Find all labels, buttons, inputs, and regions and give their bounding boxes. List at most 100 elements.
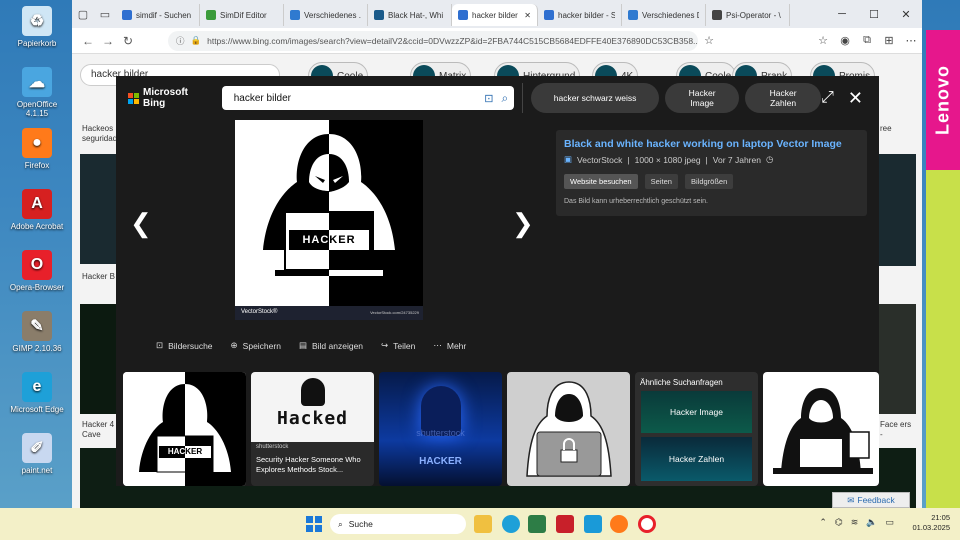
- related-image-1[interactable]: HACKER: [123, 372, 246, 486]
- close-window-icon[interactable]: ✕: [890, 8, 922, 21]
- related-image-6[interactable]: [763, 372, 879, 486]
- related-image-2[interactable]: Hacked shutterstock Security Hacker Some…: [251, 372, 374, 486]
- taskbar: ⌕ Suche ⌃ ⌬ ≋ 🔈 ▭ 21:05 01.03.2025: [0, 508, 960, 540]
- related-image-4[interactable]: [507, 372, 630, 486]
- bing-logo[interactable]: Microsoft Bing: [128, 87, 206, 109]
- image-source[interactable]: VectorStock: [577, 155, 622, 165]
- desktop-shortcut[interactable]: ☁ OpenOffice 4.1.15: [6, 67, 68, 118]
- maximize-icon[interactable]: ☐: [858, 8, 890, 21]
- fullscreen-icon[interactable]: ⤢: [821, 89, 834, 107]
- related-image-3[interactable]: shutterstock HACKER: [379, 372, 502, 486]
- browser-tab[interactable]: Black Hat-, Whi: [368, 4, 452, 26]
- app-icon[interactable]: [584, 515, 602, 533]
- tab-list-icon[interactable]: ▭: [94, 8, 116, 21]
- url-field[interactable]: ⓘ 🔒 https://www.bing.com/images/search?v…: [168, 30, 698, 51]
- hooded-laptop-thumb: [526, 381, 612, 477]
- image-title[interactable]: Black and white hacker working on laptop…: [564, 138, 859, 150]
- action-label: Speichern: [242, 340, 281, 351]
- tab-actions-icon[interactable]: ▢: [72, 8, 94, 21]
- forward-icon[interactable]: →: [98, 34, 118, 48]
- desktop-shortcut[interactable]: e Microsoft Edge: [6, 372, 68, 414]
- related-images-strip: HACKER Hacked shutterstock Security Hack…: [123, 372, 879, 486]
- visual-search-icon[interactable]: ⊡: [484, 92, 493, 105]
- overlay-search-input[interactable]: hacker bilder: [234, 93, 476, 104]
- desktop-shortcut[interactable]: O Opera-Browser: [6, 250, 68, 292]
- file-explorer-icon[interactable]: [474, 515, 492, 533]
- favorites-icon[interactable]: ☆: [812, 34, 834, 47]
- suggestion-chip[interactable]: Hacker Zahlen: [745, 83, 822, 113]
- browser-tab[interactable]: Verschiedenes .: [284, 4, 368, 26]
- browser-tab[interactable]: Verschiedenes D: [622, 4, 706, 26]
- extensions-icon[interactable]: ⧉: [856, 34, 878, 47]
- bg-tile[interactable]: [80, 304, 118, 414]
- desktop-shortcut[interactable]: ♻ Papierkorb: [6, 6, 68, 48]
- bg-tile[interactable]: [878, 304, 916, 414]
- more-action[interactable]: ⋯ Mehr: [433, 340, 466, 351]
- image-meta: ▣ VectorStock | 1000 × 1080 jpeg | Vor 7 J…: [564, 154, 774, 165]
- overlay-search-box[interactable]: hacker bilder ⊡ ⌕: [221, 86, 515, 110]
- battery-icon[interactable]: ▭: [885, 517, 894, 528]
- profile-icon[interactable]: ◉: [834, 34, 856, 47]
- pages-button[interactable]: Seiten: [644, 174, 678, 189]
- share-action[interactable]: ↪ Teilen: [381, 340, 415, 351]
- image-sizes-button[interactable]: Bildgrößen: [684, 174, 734, 189]
- mcafee-icon[interactable]: [556, 515, 574, 533]
- close-tab-icon[interactable]: ✕: [524, 11, 531, 20]
- desktop-shortcut[interactable]: ● Firefox: [6, 128, 68, 170]
- history-icon: ◷: [765, 154, 774, 164]
- chevron-up-icon[interactable]: ⌃: [819, 517, 827, 528]
- related-search-hacker-zahlen[interactable]: Hacker Zahlen: [641, 437, 752, 481]
- minimize-icon[interactable]: ─: [826, 8, 858, 20]
- info-icon[interactable]: ⓘ: [176, 35, 185, 47]
- desktop-shortcut[interactable]: ✎ GIMP 2.10.36: [6, 311, 68, 353]
- windows-start-icon[interactable]: [306, 516, 322, 532]
- collections-icon[interactable]: ⊞: [878, 34, 900, 47]
- save-action[interactable]: ⊕ Speichern: [231, 340, 281, 351]
- related-search-hacker-image[interactable]: Hacker Image: [641, 391, 752, 433]
- browser-tab[interactable]: simdif - Suchen: [116, 4, 200, 26]
- clock[interactable]: 21:05 01.03.2025: [912, 513, 950, 533]
- wifi-icon[interactable]: ≋: [851, 517, 859, 528]
- image-info-panel: Black and white hacker working on laptop…: [556, 130, 867, 216]
- browser-tab[interactable]: Psi-Operator - \: [706, 4, 790, 26]
- bg-caption: Hacker 4 Cave: [82, 420, 115, 439]
- view-image-action[interactable]: ▤ Bild anzeigen: [299, 340, 363, 351]
- source-favicon-icon: ▣: [564, 154, 573, 164]
- reload-icon[interactable]: ↻: [118, 34, 138, 48]
- image-credit: VectorStock.com/24735229: [370, 310, 419, 315]
- bg-tile[interactable]: [80, 154, 118, 264]
- volume-icon[interactable]: 🔈: [866, 517, 877, 528]
- store-icon[interactable]: [528, 515, 546, 533]
- search-icon[interactable]: ⌕: [501, 91, 508, 106]
- feedback-button[interactable]: ✉ Feedback: [832, 492, 910, 508]
- taskbar-search[interactable]: ⌕ Suche: [330, 514, 466, 534]
- desktop-shortcut-label: OpenOffice 4.1.15: [16, 100, 58, 118]
- tile-watermark: shutterstock: [416, 428, 465, 438]
- tab-favicon-icon: [544, 10, 554, 20]
- close-overlay-icon[interactable]: ✕: [848, 88, 863, 109]
- browser-tab[interactable]: hacker bilder - S: [538, 4, 622, 26]
- favorite-icon[interactable]: ☆: [698, 34, 720, 47]
- browser-tab[interactable]: hacker bilder ✕: [452, 4, 538, 26]
- opera-taskbar-icon[interactable]: [638, 515, 656, 533]
- main-image[interactable]: HACKER VectorStock® VectorStock.com/2473…: [235, 120, 423, 320]
- tile-caption: Security Hacker Someone Who Explores Met…: [256, 455, 361, 474]
- suggestion-chip[interactable]: Hacker Image: [665, 83, 740, 113]
- edge-taskbar-icon[interactable]: [502, 515, 520, 533]
- network-icon[interactable]: ⌬: [835, 517, 843, 528]
- suggestion-chip[interactable]: hacker schwarz weiss: [531, 83, 660, 113]
- bg-tile[interactable]: [878, 154, 916, 266]
- visit-website-button[interactable]: Website besuchen: [564, 174, 638, 189]
- desktop-shortcut[interactable]: A Adobe Acrobat: [6, 189, 68, 231]
- visual-search-action[interactable]: ⊡ Bildersuche: [156, 340, 213, 351]
- next-image-icon[interactable]: ❯: [512, 208, 534, 239]
- previous-image-icon[interactable]: ❮: [130, 208, 152, 239]
- browser-tab[interactable]: SimDif Editor: [200, 4, 284, 26]
- desktop-shortcut[interactable]: ✐ paint.net: [6, 433, 68, 475]
- microsoft-logo-icon: [128, 92, 139, 104]
- hacker-illustration: [235, 120, 423, 320]
- menu-icon[interactable]: ⋯: [900, 34, 922, 47]
- related-searches: Ähnliche Suchanfragen Hacker Image Hacke…: [635, 372, 758, 486]
- firefox-taskbar-icon[interactable]: [610, 515, 628, 533]
- back-icon[interactable]: ←: [78, 34, 98, 48]
